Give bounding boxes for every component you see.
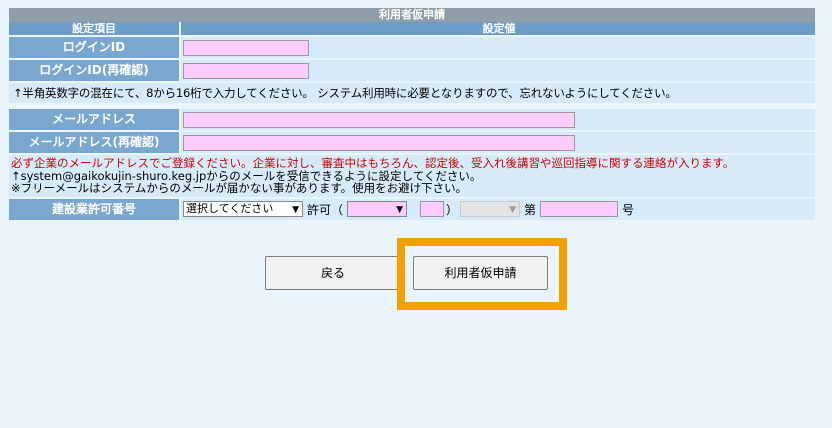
login-id-confirm-cell	[181, 60, 815, 81]
license-paren-close: ）	[446, 202, 459, 217]
email-input[interactable]	[183, 111, 575, 128]
email-confirm-cell	[181, 132, 815, 153]
email-note-warning: 必ず企業のメールアドレスでご登録ください。企業に対し、審査中はもちろん、認定後、…	[11, 156, 735, 170]
email-confirm-row: メールアドレス(再確認)	[9, 132, 815, 153]
login-id-confirm-row: ログインID(再確認)	[9, 60, 815, 81]
license-go-text: 号	[622, 202, 635, 217]
email-notes: 必ず企業のメールアドレスでご登録ください。企業に対し、審査中はもちろん、認定後、…	[9, 155, 734, 197]
license-category-select[interactable]: ▼	[347, 201, 408, 217]
chevron-down-icon: ▼	[292, 205, 299, 215]
login-note: ↑半角英数字の混在にて、8から16桁で入力してください。 システム利用時に必要と…	[13, 86, 677, 100]
login-id-label: ログインID	[9, 37, 179, 58]
license-dai-text: 第	[524, 202, 537, 217]
license-cell: 選択してください ▼ 許可（ ▼ ） ▼ 第 号	[181, 198, 815, 220]
chevron-down-icon: ▼	[509, 205, 517, 215]
email-row: メールアドレス	[9, 109, 815, 130]
license-sub-select[interactable]: ▼	[460, 201, 521, 217]
license-number-input[interactable]	[540, 201, 619, 217]
column-header-item: 設定項目	[9, 22, 179, 35]
login-id-row: ログインID	[9, 37, 815, 58]
login-id-cell	[181, 37, 815, 58]
email-note-freemail: ※フリーメールはシステムからのメールが届かない事があります。使用をお避け下さい。	[11, 181, 468, 195]
column-header-value: 設定値	[181, 22, 815, 35]
license-label: 建設業許可番号	[9, 198, 179, 220]
license-type-select-value: 選択してください	[186, 202, 274, 215]
license-row: 建設業許可番号 選択してください ▼ 許可（ ▼ ） ▼ 第 号	[9, 198, 815, 220]
back-button[interactable]: 戻る	[265, 256, 401, 290]
column-header-row: 設定項目 設定値	[9, 22, 815, 35]
login-id-input[interactable]	[183, 39, 309, 56]
email-label: メールアドレス	[9, 109, 179, 130]
license-type-select[interactable]: 選択してください ▼	[183, 201, 303, 217]
login-id-confirm-input[interactable]	[183, 62, 309, 79]
license-number-year-input[interactable]	[420, 201, 445, 217]
license-kyoka-text: 許可（	[307, 202, 344, 217]
email-confirm-label: メールアドレス(再確認)	[9, 132, 179, 153]
form-title: 利用者仮申請	[9, 8, 815, 22]
email-note-row: 必ず企業のメールアドレスでご登録ください。企業に対し、審査中はもちろん、認定後、…	[9, 155, 815, 197]
chevron-down-icon: ▼	[396, 205, 404, 215]
login-id-confirm-label: ログインID(再確認)	[9, 60, 179, 81]
login-note-row: ↑半角英数字の混在にて、8から16桁で入力してください。 システム利用時に必要と…	[9, 83, 815, 103]
highlight-frame	[397, 238, 567, 310]
registration-form: 利用者仮申請 設定項目 設定値 ログインID ログインID(再確認) ↑半角英数…	[9, 8, 815, 220]
email-cell	[181, 109, 815, 130]
email-confirm-input[interactable]	[183, 134, 575, 151]
